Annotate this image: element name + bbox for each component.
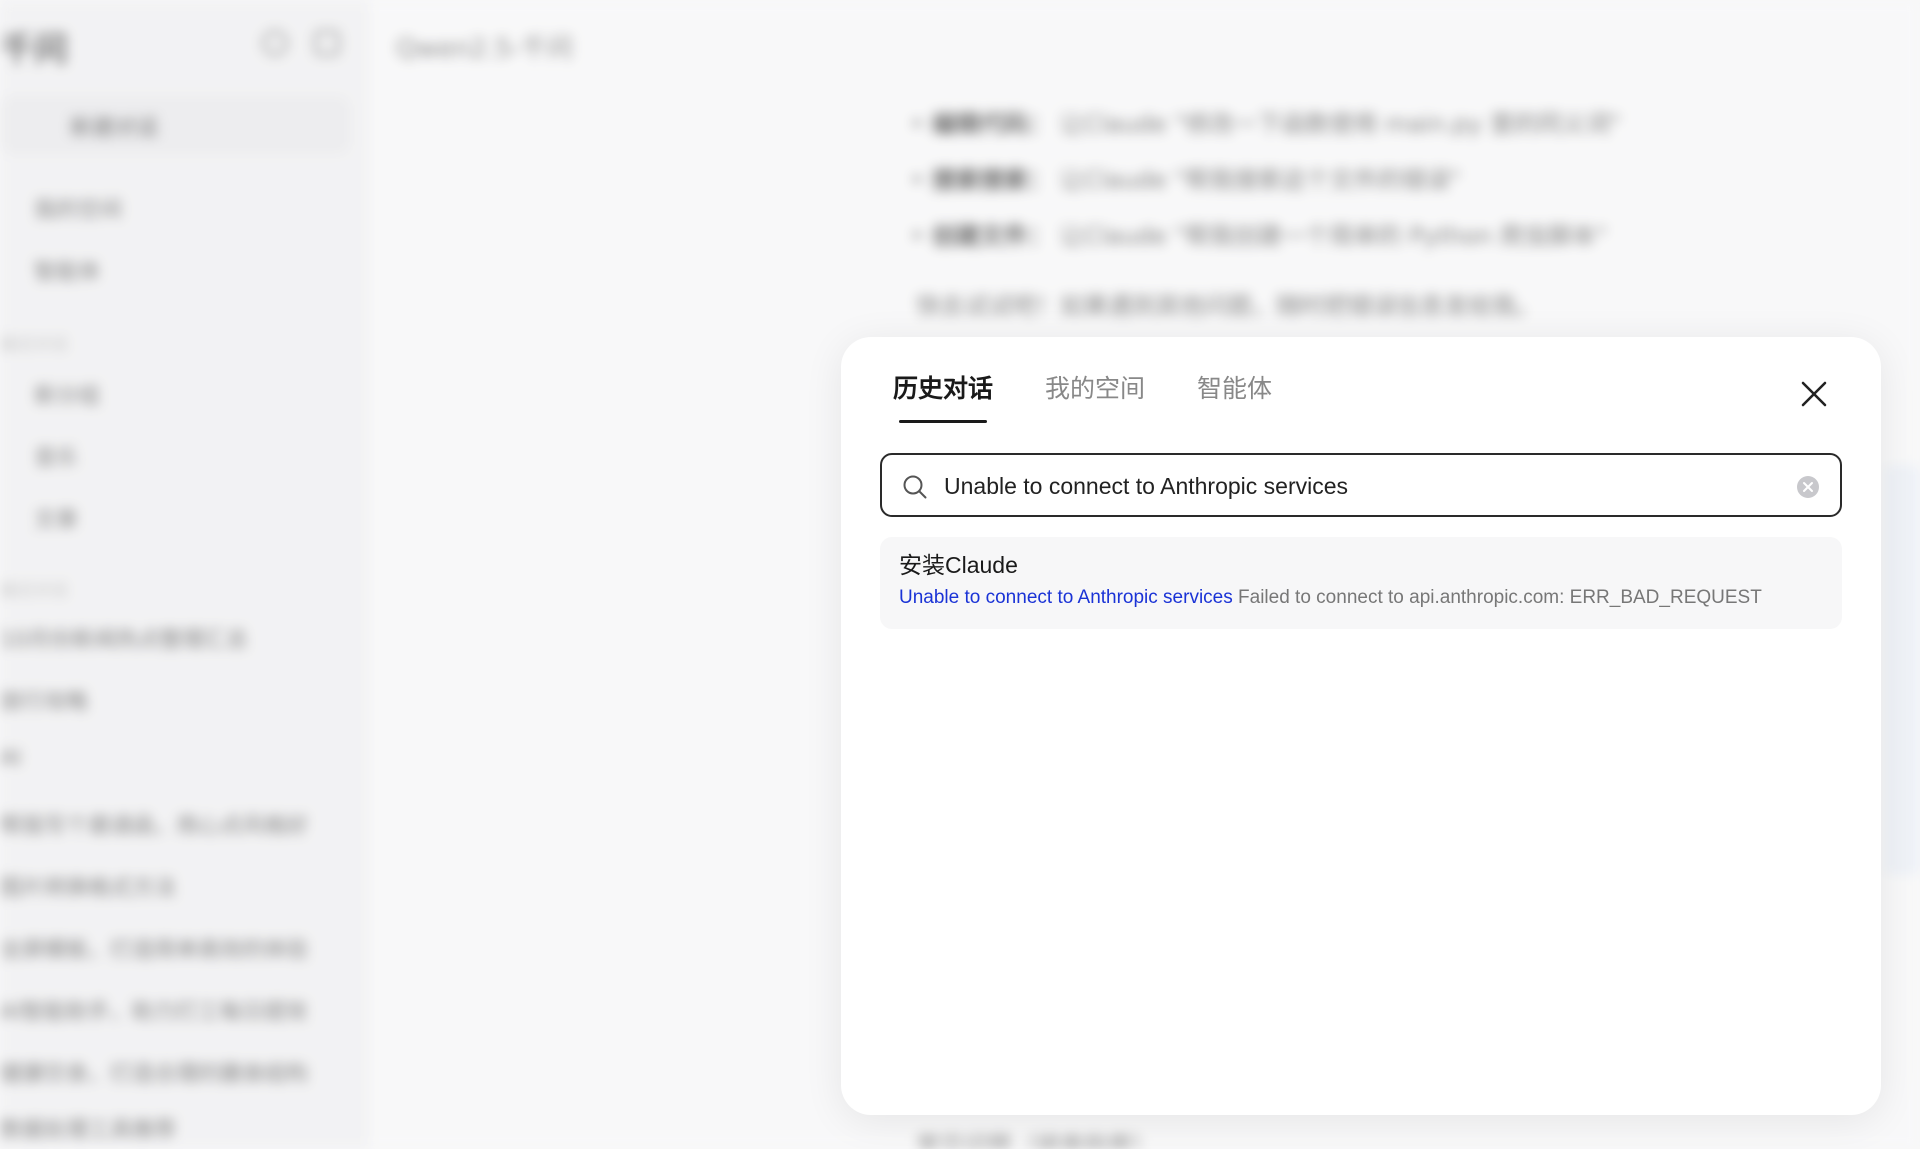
tab-agents[interactable]: 智能体 bbox=[1197, 373, 1272, 423]
search-result-item[interactable]: 安装Claude Unable to connect to Anthropic … bbox=[880, 537, 1842, 629]
tab-history[interactable]: 历史对话 bbox=[893, 373, 993, 423]
clear-icon bbox=[1797, 476, 1819, 498]
history-search-modal: 历史对话 我的空间 智能体 安装Claude Unable to connect… bbox=[841, 337, 1881, 1115]
search-box bbox=[880, 453, 1842, 517]
result-rest: Failed to connect to api.anthropic.com: … bbox=[1232, 586, 1762, 608]
result-title: 安装Claude bbox=[899, 552, 1018, 578]
result-highlight: Unable to connect to Anthropic services bbox=[899, 586, 1233, 608]
modal-tabs: 历史对话 我的空间 智能体 bbox=[893, 373, 1272, 423]
tab-my-space[interactable]: 我的空间 bbox=[1045, 373, 1145, 423]
clear-search-button[interactable] bbox=[1796, 475, 1820, 499]
close-icon bbox=[1801, 381, 1827, 407]
result-snippet: Unable to connect to Anthropic services … bbox=[899, 587, 1819, 609]
search-input[interactable] bbox=[944, 467, 1774, 505]
search-icon bbox=[903, 475, 927, 499]
close-button[interactable] bbox=[1797, 377, 1831, 411]
